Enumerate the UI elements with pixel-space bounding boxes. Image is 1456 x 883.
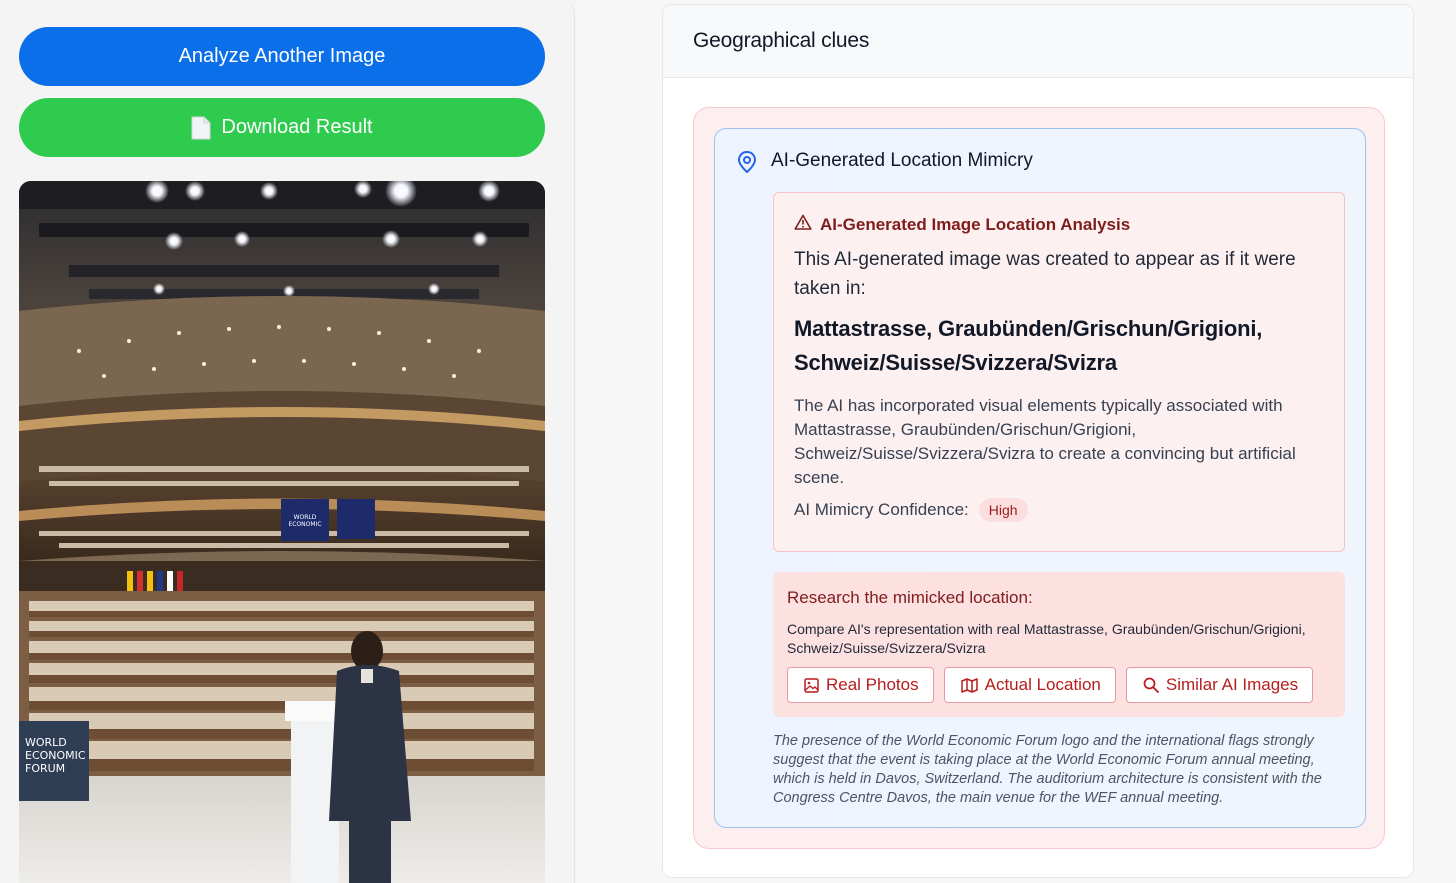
map-icon: [960, 677, 978, 693]
confidence-row: AI Mimicry Confidence: High: [794, 498, 1028, 522]
research-links: Real Photos Actual Location Similar AI I…: [787, 667, 1314, 703]
analyzed-photo: WORLD ECONOMIC WORLD ECONOMIC FORUM: [19, 181, 545, 883]
analysis-heading-text: AI-Generated Image Location Analysis: [820, 214, 1131, 234]
mimicry-section: AI-Generated Location Mimicry AI-Generat…: [693, 107, 1385, 849]
real-photos-button[interactable]: Real Photos: [787, 667, 934, 703]
analysis-intro: This AI-generated image was created to a…: [794, 249, 1296, 299]
similar-ai-images-label: Similar AI Images: [1165, 675, 1299, 694]
research-box: Research the mimicked location: Compare …: [773, 572, 1345, 717]
clue-note: The presence of the World Economic Forum…: [773, 733, 1322, 806]
card-title: Geographical clues: [693, 29, 870, 52]
map-pin-icon: [737, 150, 757, 174]
analysis-box: AI-Generated Image Location Analysis Thi…: [773, 192, 1345, 552]
warning-icon: [794, 214, 812, 235]
mimicked-location: Mattastrasse, Graubünden/Grischun/Grigio…: [794, 316, 1263, 375]
image-icon: [804, 677, 819, 693]
svg-text:ECONOMIC: ECONOMIC: [288, 521, 321, 528]
svg-text:WORLD: WORLD: [294, 514, 317, 521]
analysis-description: The AI has incorporated visual elements …: [794, 396, 1296, 487]
search-icon: [1143, 677, 1159, 693]
svg-text:FORUM: FORUM: [25, 762, 65, 775]
svg-text:ECONOMIC: ECONOMIC: [25, 749, 86, 762]
document-icon: [191, 116, 211, 140]
left-panel: Analyze Another Image Download Result WO…: [0, 0, 575, 883]
research-text: Compare AI's representation with real Ma…: [787, 621, 1306, 656]
analysis-heading: AI-Generated Image Location Analysis: [794, 214, 1130, 235]
download-result-button[interactable]: Download Result: [19, 98, 545, 157]
real-photos-label: Real Photos: [826, 675, 919, 694]
actual-location-label: Actual Location: [984, 675, 1101, 694]
svg-text:WORLD: WORLD: [25, 736, 67, 749]
research-title: Research the mimicked location:: [787, 588, 1033, 607]
card-header: Geographical clues: [663, 5, 1413, 78]
actual-location-button[interactable]: Actual Location: [943, 667, 1116, 703]
mimicry-title: AI-Generated Location Mimicry: [771, 150, 1033, 171]
geographical-clues-card: Geographical clues AI-Generated Location…: [662, 4, 1414, 878]
confidence-badge: High: [978, 498, 1028, 522]
download-button-label: Download Result: [221, 116, 373, 138]
analyze-button-label: Analyze Another Image: [178, 45, 386, 67]
mimicry-panel: AI-Generated Location Mimicry AI-Generat…: [714, 128, 1366, 828]
analyze-another-image-button[interactable]: Analyze Another Image: [19, 27, 545, 86]
confidence-label: AI Mimicry Confidence:: [794, 500, 969, 519]
similar-ai-images-button[interactable]: Similar AI Images: [1125, 667, 1314, 703]
